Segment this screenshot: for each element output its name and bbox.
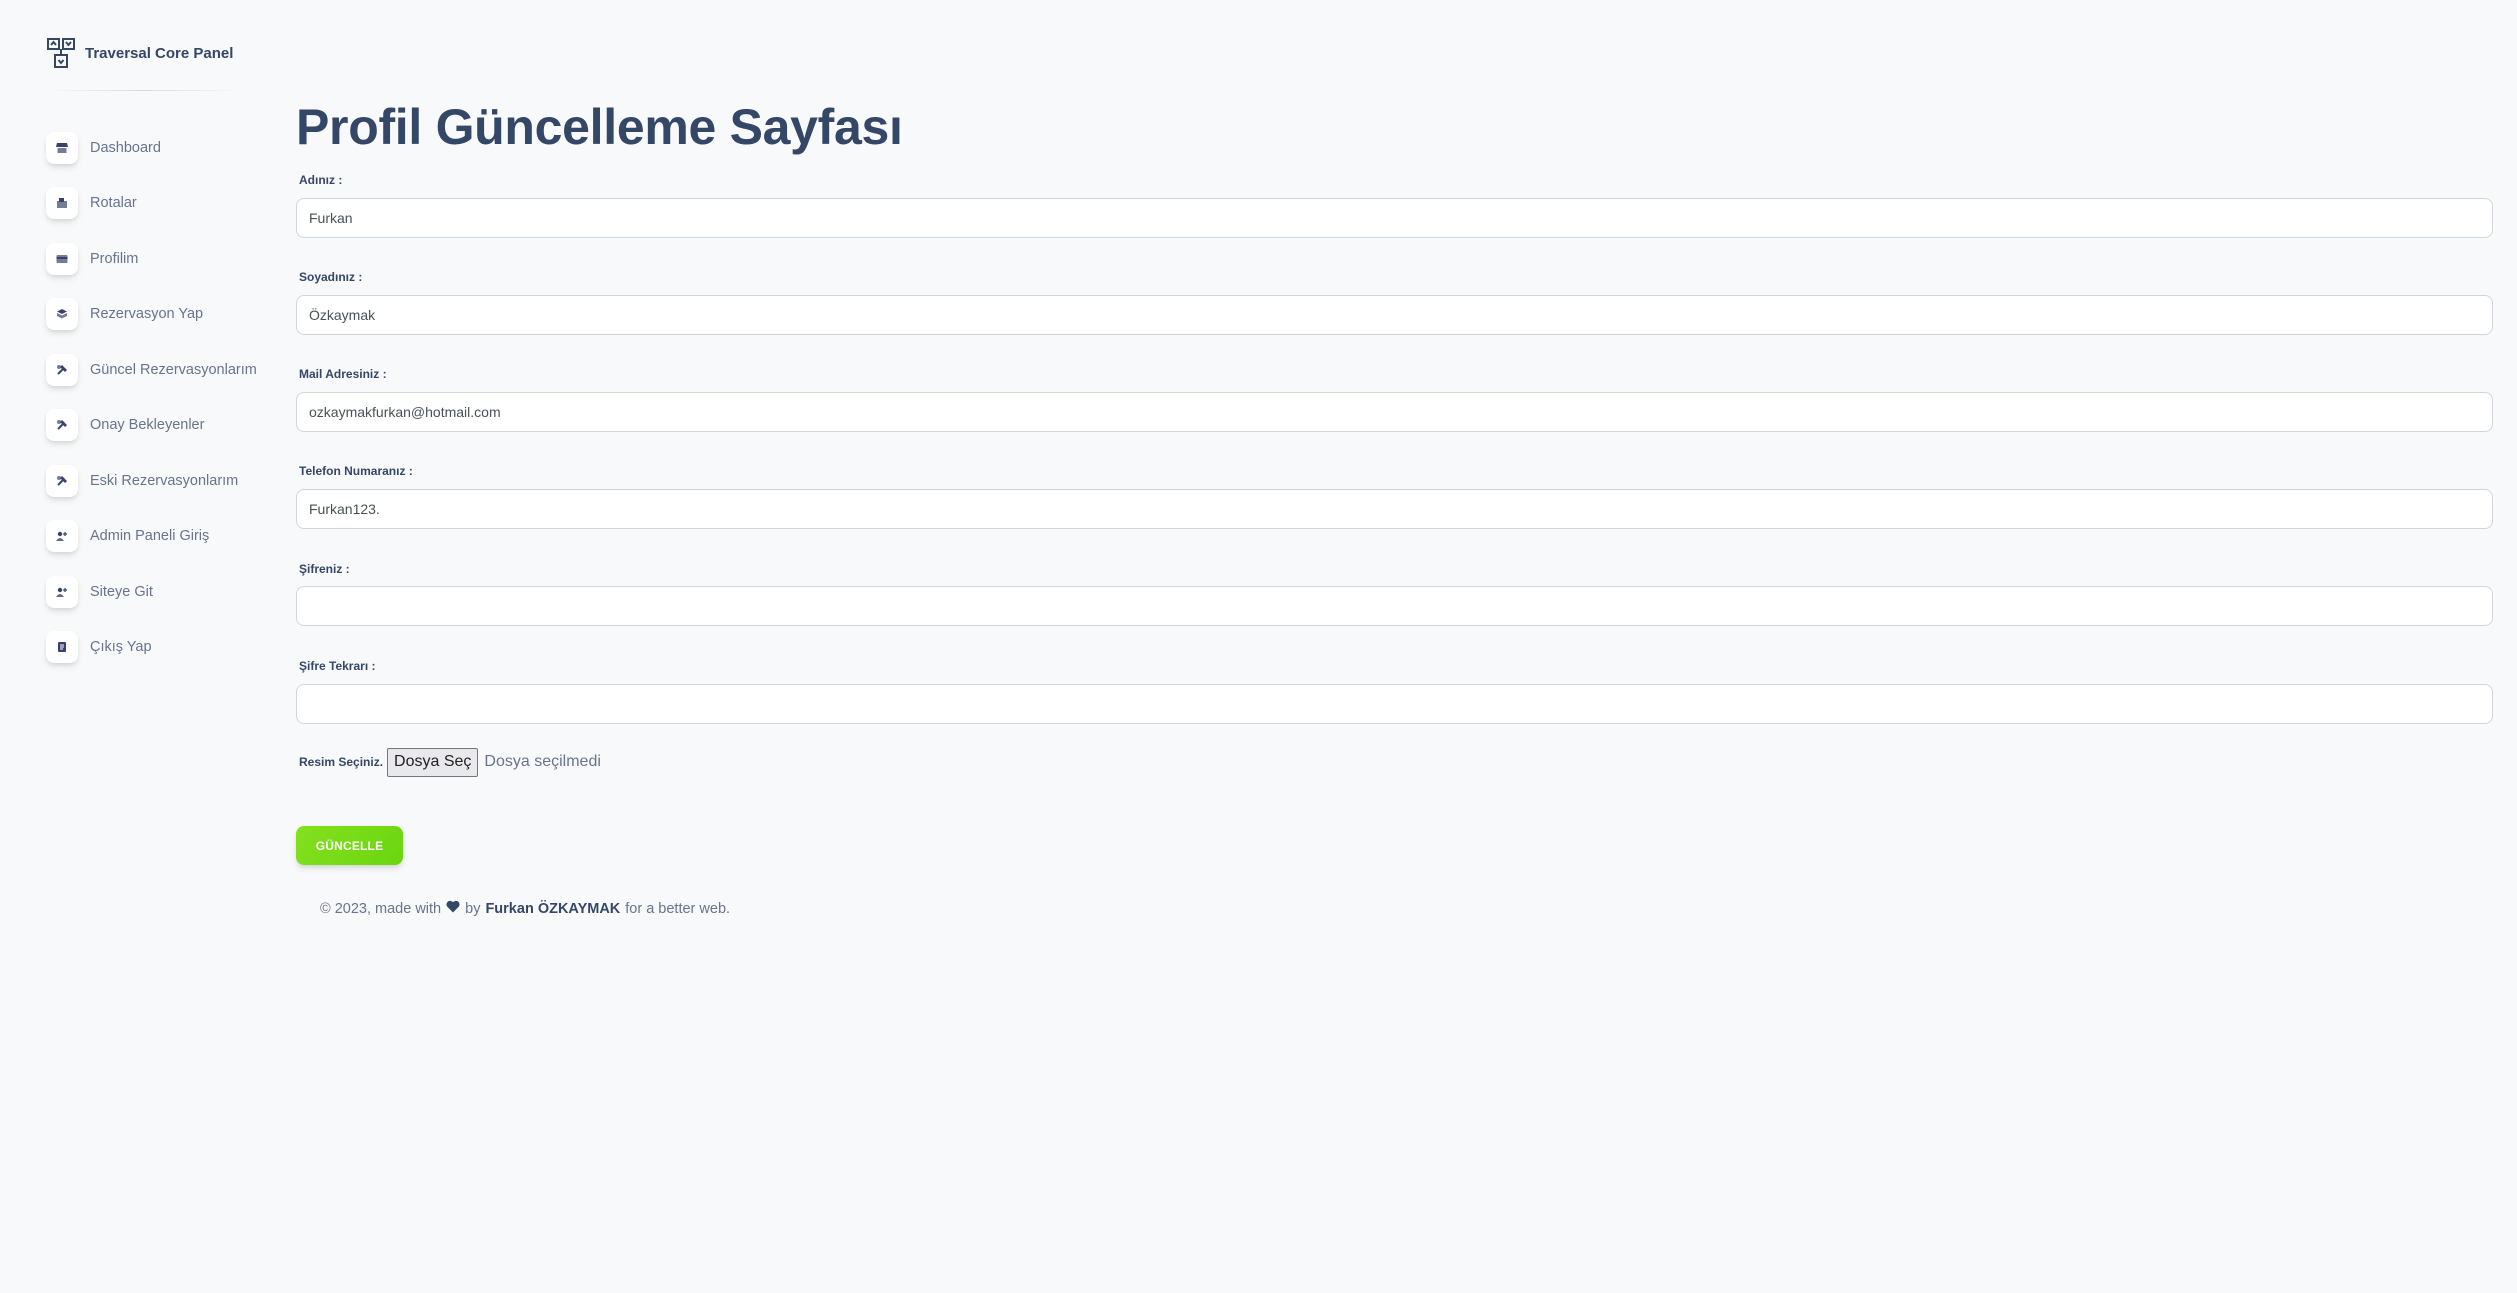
sidebar-divider xyxy=(46,90,241,91)
choose-file-button[interactable]: Dosya Seç xyxy=(387,747,479,777)
sidebar-item-eski-rezervasyonlarim[interactable]: Eski Rezervasyonlarım xyxy=(46,453,286,509)
sidebar-item-label: Rezervasyon Yap xyxy=(90,306,204,323)
credit-card-icon xyxy=(46,242,78,275)
footer-suffix: for a better web. xyxy=(625,900,731,917)
surname-input[interactable] xyxy=(296,295,2493,335)
sidebar-item-label: Eski Rezervasyonlarım xyxy=(90,472,239,489)
sidebar-item-rotalar[interactable]: Rotalar xyxy=(46,176,286,232)
update-button[interactable]: GÜNCELLE xyxy=(296,826,403,865)
password-input[interactable] xyxy=(296,586,2493,626)
footer-by: by xyxy=(465,900,481,917)
sidebar-item-label: Dashboard xyxy=(90,139,161,156)
sidebar: Traversal Core Panel Dashboard Rotalar P… xyxy=(0,0,260,1293)
document-icon xyxy=(46,631,78,664)
user-plus-icon xyxy=(46,520,78,553)
sidebar-item-label: Admin Paneli Giriş xyxy=(90,528,210,545)
user-plus-icon xyxy=(46,575,78,608)
email-label: Mail Adresiniz : xyxy=(299,367,387,381)
footer-prefix: © 2023, made with xyxy=(320,900,442,917)
sidebar-item-label: Rotalar xyxy=(90,195,137,212)
sidebar-item-guncel-rezervasyonlarim[interactable]: Güncel Rezervasyonlarım xyxy=(46,342,286,398)
brand[interactable]: Traversal Core Panel xyxy=(46,36,233,70)
name-label: Adınız : xyxy=(299,173,343,187)
tools-icon xyxy=(46,353,78,386)
office-icon xyxy=(46,187,78,220)
shop-icon xyxy=(46,131,78,164)
page-title: Profil Güncelleme Sayfası xyxy=(296,99,903,155)
footer-author-link[interactable]: Furkan ÖZKAYMAK xyxy=(485,901,620,917)
sidebar-item-profilim[interactable]: Profilim xyxy=(46,231,286,287)
file-status: Dosya seçilmedi xyxy=(484,753,601,770)
password-label: Şifreniz : xyxy=(299,562,350,576)
sidebar-item-rezervasyon-yap[interactable]: Rezervasyon Yap xyxy=(46,287,286,343)
brand-name: Traversal Core Panel xyxy=(85,44,234,62)
sidebar-nav: Dashboard Rotalar Profilim Rezervasyon Y… xyxy=(46,120,286,675)
box-icon xyxy=(46,298,78,331)
tools-icon xyxy=(46,464,78,497)
email-input[interactable] xyxy=(296,392,2493,432)
image-upload-row: Resim Seçiniz. Dosya Seç Dosya seçilmedi xyxy=(299,747,601,777)
name-input[interactable] xyxy=(296,198,2493,238)
surname-label: Soyadınız : xyxy=(299,270,363,284)
sidebar-item-siteye-git[interactable]: Siteye Git xyxy=(46,564,286,620)
phone-input[interactable] xyxy=(296,489,2493,529)
password-repeat-label: Şifre Tekrarı : xyxy=(299,659,376,673)
phone-label: Telefon Numaranız : xyxy=(299,464,413,478)
footer: © 2023, made with by Furkan ÖZKAYMAK for… xyxy=(320,900,730,917)
sidebar-item-admin-paneli-giris[interactable]: Admin Paneli Giriş xyxy=(46,509,286,565)
sidebar-item-label: Çıkış Yap xyxy=(90,639,152,656)
sidebar-item-onay-bekleyenler[interactable]: Onay Bekleyenler xyxy=(46,398,286,454)
tools-icon xyxy=(46,409,78,442)
sidebar-item-cikis-yap[interactable]: Çıkış Yap xyxy=(46,620,286,676)
password-repeat-input[interactable] xyxy=(296,684,2493,724)
heart-icon xyxy=(446,900,460,917)
image-label: Resim Seçiniz. xyxy=(299,755,384,769)
sidebar-item-label: Onay Bekleyenler xyxy=(90,417,205,434)
sidebar-item-label: Güncel Rezervasyonlarım xyxy=(90,361,257,378)
dashboard-layout-logo-icon xyxy=(46,37,76,69)
sidebar-item-label: Profilim xyxy=(90,250,139,267)
sidebar-item-label: Siteye Git xyxy=(90,583,153,600)
sidebar-item-dashboard[interactable]: Dashboard xyxy=(46,120,286,176)
